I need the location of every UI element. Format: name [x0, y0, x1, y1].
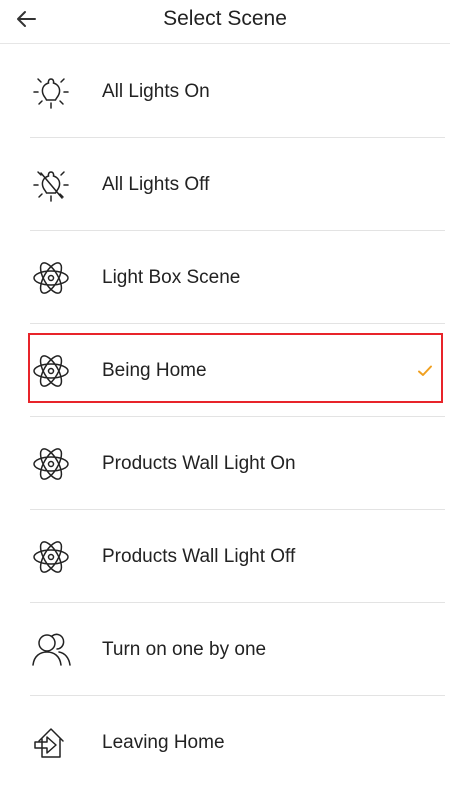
scene-label: Light Box Scene — [102, 266, 241, 288]
bulb-on-icon — [28, 69, 74, 115]
scene-label: Being Home — [102, 359, 207, 381]
scene-item-turn-on-one-by-one[interactable]: Turn on one by one — [0, 603, 450, 696]
scene-label: Products Wall Light Off — [102, 545, 296, 567]
atom-icon — [28, 441, 74, 487]
atom-icon — [28, 255, 74, 301]
scene-label: Leaving Home — [102, 731, 225, 753]
bulb-off-icon — [28, 162, 74, 208]
scene-item-all-lights-on[interactable]: All Lights On — [0, 45, 450, 138]
scene-label: All Lights On — [102, 80, 210, 102]
scene-label: All Lights Off — [102, 173, 210, 195]
scene-item-leaving-home[interactable]: Leaving Home — [0, 696, 450, 789]
atom-icon — [28, 348, 74, 394]
checkmark-icon — [416, 362, 434, 380]
selection-highlight — [28, 333, 443, 403]
atom-icon — [28, 534, 74, 580]
house-exit-icon — [28, 720, 74, 766]
scene-label: Turn on one by one — [102, 638, 267, 660]
header: Select Scene — [0, 0, 450, 44]
scene-item-all-lights-off[interactable]: All Lights Off — [0, 138, 450, 231]
page-title: Select Scene — [163, 7, 287, 30]
scene-item-being-home[interactable]: Being Home — [0, 324, 450, 417]
scene-item-light-box-scene[interactable]: Light Box Scene — [0, 231, 450, 324]
scene-item-products-wall-light-on[interactable]: Products Wall Light On — [0, 417, 450, 510]
scene-list: All Lights On All Lights Off Light Box S… — [0, 45, 450, 789]
users-icon — [28, 627, 74, 673]
arrow-left-icon — [17, 11, 36, 27]
scene-item-products-wall-light-off[interactable]: Products Wall Light Off — [0, 510, 450, 603]
back-button[interactable] — [14, 4, 50, 34]
scene-label: Products Wall Light On — [102, 452, 296, 474]
